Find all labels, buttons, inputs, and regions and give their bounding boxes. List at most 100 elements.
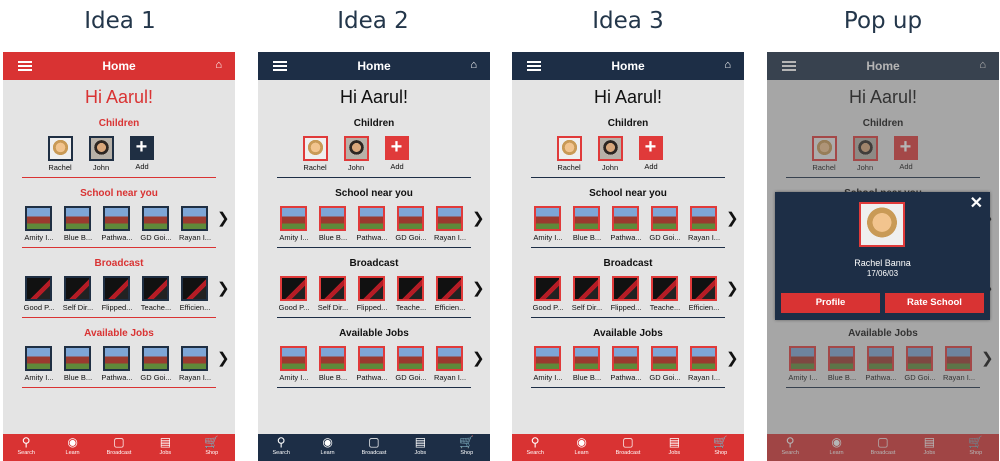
home-icon[interactable]: ⌂ xyxy=(215,59,222,71)
schools-tile[interactable]: Pathwa... xyxy=(101,206,133,242)
divider xyxy=(22,247,216,248)
tab-2[interactable]: ▢ Broadcast xyxy=(354,434,394,461)
tab-0[interactable]: ⚲ Search xyxy=(261,434,301,461)
jobs-tile[interactable]: Amity I... xyxy=(279,346,309,382)
child-label: Rachel xyxy=(557,163,581,172)
child-rachel[interactable]: Rachel xyxy=(47,136,73,172)
tab-4[interactable]: 🛒 Shop xyxy=(192,434,232,461)
tab-1[interactable]: ◉ Learn xyxy=(53,434,93,461)
broadcasts-tile[interactable]: Teache... xyxy=(650,276,680,312)
chevron-right-icon[interactable]: ❯ xyxy=(217,351,230,366)
tab-4[interactable]: 🛒 Shop xyxy=(701,434,741,461)
schools-tile[interactable]: Rayan I... xyxy=(688,206,720,242)
jobs-tile[interactable]: Rayan I... xyxy=(688,346,720,382)
jobs-tile[interactable]: GD Goi... xyxy=(140,346,172,382)
broadcasts-tile[interactable]: Good P... xyxy=(533,276,563,312)
jobs-tile[interactable]: GD Goi... xyxy=(395,346,427,382)
jobs-tile[interactable]: Blue B... xyxy=(64,346,92,382)
schools-tile[interactable]: Blue B... xyxy=(319,206,347,242)
child-rachel[interactable]: Rachel xyxy=(556,136,582,172)
divider xyxy=(277,387,471,388)
child-john[interactable]: John xyxy=(88,136,114,172)
broadcasts-tile[interactable]: Self Dir... xyxy=(318,276,348,312)
jobs-tile[interactable]: Pathwa... xyxy=(101,346,133,382)
children-row: Rachel John + Add xyxy=(512,136,744,172)
divider xyxy=(22,387,216,388)
broadcasts-tile[interactable]: Flipped... xyxy=(611,276,641,312)
schools-tile[interactable]: Pathwa... xyxy=(356,206,388,242)
tab-3[interactable]: ▤ Jobs xyxy=(654,434,694,461)
add-child[interactable]: + Add xyxy=(129,136,155,172)
broadcasts-tile[interactable]: Efficien... xyxy=(689,276,719,312)
chevron-right-icon[interactable]: ❯ xyxy=(726,351,739,366)
tab-0[interactable]: ⚲ Search xyxy=(515,434,555,461)
home-icon[interactable]: ⌂ xyxy=(470,59,477,71)
chevron-right-icon[interactable]: ❯ xyxy=(726,281,739,296)
chevron-right-icon[interactable]: ❯ xyxy=(726,211,739,226)
schools-tile[interactable]: Pathwa... xyxy=(610,206,642,242)
tab-0[interactable]: ⚲ Search xyxy=(6,434,46,461)
jobs-tile[interactable]: Amity I... xyxy=(24,346,54,382)
close-icon[interactable]: ✕ xyxy=(970,193,983,213)
tab-4[interactable]: 🛒 Shop xyxy=(447,434,487,461)
broadcasts-tile[interactable]: Flipped... xyxy=(102,276,132,312)
jobs-tile[interactable]: Pathwa... xyxy=(610,346,642,382)
jobs-thumbnail xyxy=(573,346,600,371)
child-john[interactable]: John xyxy=(597,136,623,172)
broadcasts-tile[interactable]: Flipped... xyxy=(357,276,387,312)
broadcasts-tile[interactable]: Good P... xyxy=(24,276,54,312)
home-icon[interactable]: ⌂ xyxy=(724,59,731,71)
cart-icon: 🛒 xyxy=(713,435,729,449)
cart-icon: 🛒 xyxy=(459,435,475,449)
profile-button[interactable]: Profile xyxy=(781,293,880,313)
phone-idea-3: Home ⌂ Hi Aarul! Children Rachel John + Add Scho… xyxy=(512,52,744,461)
add-child[interactable]: + Add xyxy=(638,136,664,172)
jobs-tile[interactable]: Blue B... xyxy=(319,346,347,382)
jobs-tile[interactable]: Amity I... xyxy=(533,346,563,382)
tab-3[interactable]: ▤ Jobs xyxy=(145,434,185,461)
chevron-right-icon[interactable]: ❯ xyxy=(217,211,230,226)
jobs-tile[interactable]: Rayan I... xyxy=(179,346,211,382)
tab-2[interactable]: ▢ Broadcast xyxy=(608,434,648,461)
add-child[interactable]: + Add xyxy=(384,136,410,172)
divider xyxy=(22,317,216,318)
schools-label: Blue B... xyxy=(63,233,93,242)
schools-tile[interactable]: Blue B... xyxy=(573,206,601,242)
chevron-right-icon[interactable]: ❯ xyxy=(217,281,230,296)
tab-1[interactable]: ◉ Learn xyxy=(308,434,348,461)
tab-2[interactable]: ▢ Broadcast xyxy=(99,434,139,461)
broadcasts-tile[interactable]: Good P... xyxy=(279,276,309,312)
tab-label: Broadcast xyxy=(615,450,641,456)
broadcasts-tile[interactable]: Self Dir... xyxy=(63,276,93,312)
rate-school-button[interactable]: Rate School xyxy=(885,293,984,313)
jobs-tile[interactable]: Rayan I... xyxy=(434,346,466,382)
chevron-right-icon[interactable]: ❯ xyxy=(472,351,485,366)
add-label: Add xyxy=(135,162,149,171)
schools-tile[interactable]: GD Goi... xyxy=(649,206,681,242)
broadcasts-tile[interactable]: Teache... xyxy=(396,276,426,312)
schools-tile[interactable]: Amity I... xyxy=(533,206,563,242)
jobs-label: Blue B... xyxy=(63,373,93,382)
schools-tile[interactable]: Amity I... xyxy=(279,206,309,242)
jobs-tile[interactable]: Blue B... xyxy=(573,346,601,382)
schools-tile[interactable]: Amity I... xyxy=(24,206,54,242)
jobs-tile[interactable]: Pathwa... xyxy=(356,346,388,382)
chevron-right-icon[interactable]: ❯ xyxy=(472,211,485,226)
schools-tile[interactable]: GD Goi... xyxy=(140,206,172,242)
chevron-right-icon[interactable]: ❯ xyxy=(472,281,485,296)
schools-tile[interactable]: Rayan I... xyxy=(179,206,211,242)
tab-1[interactable]: ◉ Learn xyxy=(562,434,602,461)
jobs-thumbnail xyxy=(534,346,561,371)
tab-3[interactable]: ▤ Jobs xyxy=(400,434,440,461)
schools-tile[interactable]: Blue B... xyxy=(64,206,92,242)
broadcasts-tile[interactable]: Teache... xyxy=(141,276,171,312)
child-john[interactable]: John xyxy=(343,136,369,172)
jobs-tile[interactable]: GD Goi... xyxy=(649,346,681,382)
schools-tile[interactable]: GD Goi... xyxy=(395,206,427,242)
child-rachel[interactable]: Rachel xyxy=(302,136,328,172)
schools-thumbnail xyxy=(142,206,169,231)
broadcasts-tile[interactable]: Efficien... xyxy=(180,276,210,312)
broadcasts-tile[interactable]: Self Dir... xyxy=(572,276,602,312)
schools-tile[interactable]: Rayan I... xyxy=(434,206,466,242)
broadcasts-tile[interactable]: Efficien... xyxy=(435,276,465,312)
